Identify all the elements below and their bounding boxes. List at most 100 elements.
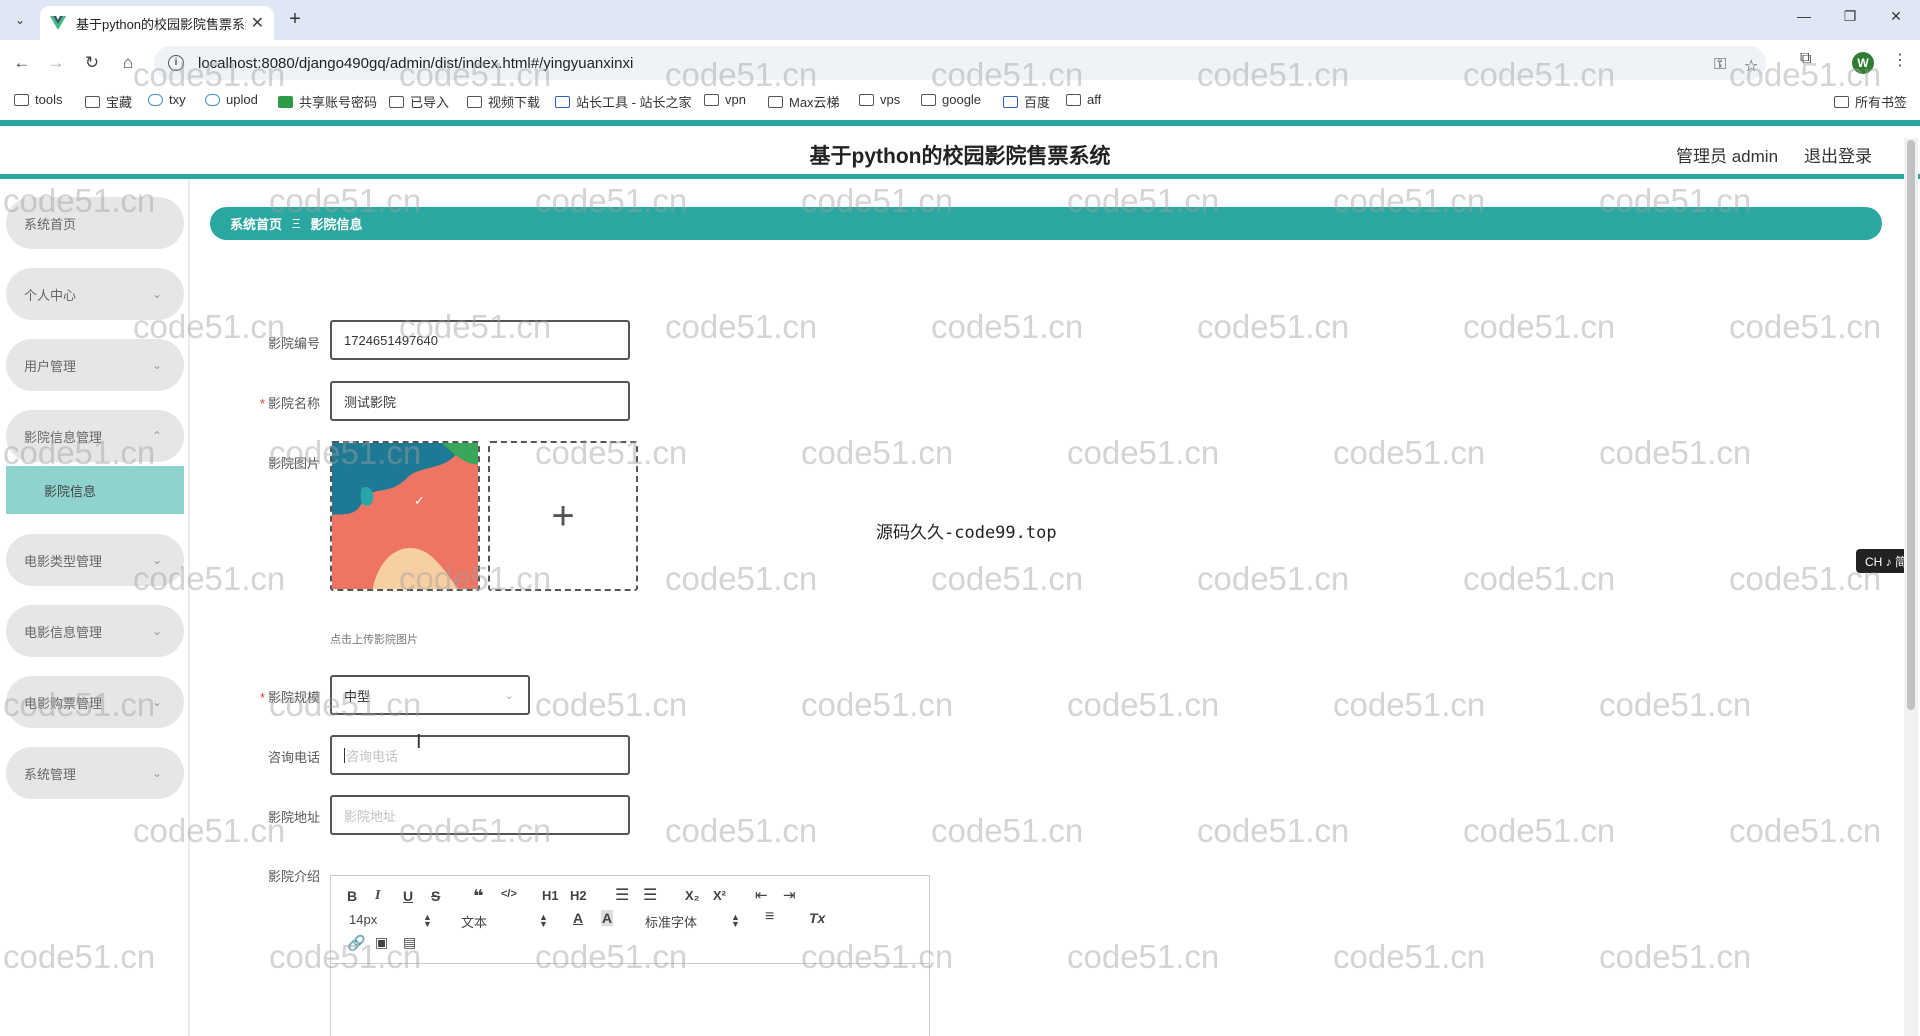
url-omnibox[interactable]: i localhost:8080/django490gq/admin/dist/… — [154, 46, 1766, 80]
profile-avatar[interactable]: W — [1852, 52, 1874, 74]
browser-tab-strip: ⌄ 基于python的校园影院售票系统 ✕ + — ❐ ✕ — [0, 0, 1920, 40]
bookmark-txy[interactable]: txy — [148, 92, 186, 107]
video-icon[interactable]: ▤ — [403, 934, 416, 951]
heading1-icon[interactable]: H1 — [542, 888, 559, 903]
watermark-text: code51.cn — [1729, 308, 1882, 345]
cloud-icon — [148, 93, 163, 106]
all-bookmarks[interactable]: 所有书签 — [1834, 92, 1907, 111]
updown-arrows-icon: ▲ ▼ — [731, 912, 740, 929]
cinema-image-thumbnail[interactable]: ✓ — [330, 441, 480, 591]
check-icon: ✓ — [414, 493, 425, 508]
bookmark-vpn[interactable]: vpn — [704, 92, 746, 107]
scale-select[interactable]: 中型 ⌄ — [330, 675, 530, 715]
new-tab-plus-icon[interactable]: + — [283, 8, 307, 32]
watermark-text: code51.cn — [1463, 560, 1616, 597]
subscript-icon[interactable]: X₂ — [685, 888, 699, 903]
superscript-icon[interactable]: X² — [713, 888, 726, 903]
sidebar-item-movie-info[interactable]: 电影信息管理 ⌄ — [6, 605, 184, 657]
watermark-text: code51.cn — [1463, 308, 1616, 345]
sidebar-item-cinema-management[interactable]: 影院信息管理 ⌃ — [6, 410, 184, 462]
page-scrollbar[interactable] — [1904, 138, 1918, 1036]
forward-arrow-icon[interactable]: → — [44, 52, 68, 76]
heading2-icon[interactable]: H2 — [570, 888, 587, 903]
outdent-icon[interactable]: ⇤ — [755, 886, 768, 904]
minimize-icon[interactable]: — — [1792, 8, 1816, 24]
breadcrumb-home[interactable]: 系统首页 — [230, 214, 282, 233]
text-type-select[interactable]: 文本 ▲ ▼ — [461, 912, 548, 931]
url-text[interactable]: localhost:8080/django490gq/admin/dist/in… — [198, 55, 633, 72]
bookmark-tools[interactable]: tools — [14, 92, 62, 107]
image-upload-button[interactable]: + — [488, 441, 638, 591]
extensions-puzzle-icon[interactable]: ⧉ — [1800, 50, 1811, 68]
bookmark-aff[interactable]: aff — [1066, 92, 1101, 107]
cinema-no-label: 影院编号 — [267, 336, 320, 351]
link-icon[interactable]: 🔗 — [347, 934, 366, 952]
site-info-icon[interactable]: i — [168, 55, 184, 71]
cinema-image-label: 影院图片 — [267, 456, 320, 471]
watermark-text: code51.cn — [1067, 686, 1220, 723]
sidebar-item-system[interactable]: 系统管理 ⌄ — [6, 747, 184, 799]
blockquote-icon[interactable]: ❝ — [473, 886, 484, 907]
chinaz-icon — [555, 95, 570, 108]
image-icon[interactable]: ▣ — [375, 934, 388, 951]
back-arrow-icon[interactable]: ← — [10, 52, 34, 76]
breadcrumb-current: 影院信息 — [310, 217, 363, 232]
cinema-no-input[interactable]: 1724651497640 — [330, 320, 630, 360]
app-title: 基于python的校园影院售票系统 — [809, 145, 1111, 168]
bookmark-video-download[interactable]: 视频下载 — [467, 92, 540, 111]
baidu-paw-icon — [1003, 95, 1018, 108]
bookmark-baozang[interactable]: 宝藏 — [85, 92, 132, 111]
sidebar-item-users[interactable]: 用户管理 ⌄ — [6, 339, 184, 391]
watermark-text: code51.cn — [1599, 434, 1752, 471]
font-color-icon[interactable]: A — [573, 910, 583, 926]
sidebar-subitem-cinema-info[interactable]: 影院信息 — [6, 466, 184, 514]
code-block-icon[interactable]: </> — [501, 888, 517, 900]
cinema-name-input[interactable]: 测试影院 — [330, 381, 630, 421]
reload-icon[interactable]: ↻ — [80, 52, 104, 76]
font-family-select[interactable]: 标准字体 ▲ ▼ — [645, 912, 740, 931]
background-color-icon[interactable]: A — [601, 910, 614, 926]
sidebar-item-movie-types[interactable]: 电影类型管理 ⌄ — [6, 534, 184, 586]
address-bar-row: ← → ↻ ⌂ i localhost:8080/django490gq/adm… — [0, 40, 1920, 86]
rich-text-editor: B I U S ❝ </> H1 H2 ☰ ☰ X₂ X² ⇤ ⇥ 14px ▲ ▼… — [330, 875, 930, 1036]
window-close-icon[interactable]: ✕ — [1884, 8, 1908, 25]
strikethrough-icon[interactable]: S — [431, 888, 440, 904]
align-icon[interactable]: ≡ — [765, 908, 774, 926]
logout-button[interactable]: 退出登录 — [1804, 142, 1872, 167]
tab-list-chevron-icon[interactable]: ⌄ — [8, 8, 32, 32]
watermark-text: code51.cn — [665, 308, 818, 345]
bookmark-chinaz[interactable]: 站长工具 - 站长之家 — [555, 92, 692, 111]
phone-input[interactable]: 咨询电话 — [330, 735, 630, 775]
bookmark-max-cloud[interactable]: Max云梯 — [768, 92, 840, 111]
restore-icon[interactable]: ❐ — [1838, 8, 1862, 25]
scrollbar-thumb[interactable] — [1907, 140, 1915, 710]
bookmark-shared-accounts[interactable]: 共享账号密码 — [278, 92, 377, 111]
browser-tab[interactable]: 基于python的校园影院售票系统 ✕ — [40, 6, 274, 40]
browser-menu-icon[interactable]: ⋮ — [1892, 50, 1908, 70]
bookmark-vps[interactable]: vps — [859, 92, 900, 107]
phone-label: 咨询电话 — [267, 750, 320, 765]
bold-icon[interactable]: B — [347, 888, 357, 904]
address-label: 影院地址 — [267, 810, 320, 825]
sidebar-item-tickets[interactable]: 电影购票管理 ⌄ — [6, 676, 184, 728]
password-key-icon[interactable]: ⚿ — [1714, 56, 1726, 74]
bookmark-uplod[interactable]: uplod — [205, 92, 258, 107]
font-size-select[interactable]: 14px ▲ ▼ — [349, 912, 432, 929]
italic-icon[interactable]: I — [375, 888, 380, 904]
bookmark-google[interactable]: google — [921, 92, 981, 107]
address-input[interactable]: 影院地址 — [330, 795, 630, 835]
bookmark-imported[interactable]: 已导入 — [389, 92, 449, 111]
tab-close-icon[interactable]: ✕ — [251, 13, 264, 33]
ordered-list-icon[interactable]: ☰ — [615, 885, 629, 905]
indent-icon[interactable]: ⇥ — [783, 886, 796, 904]
underline-icon[interactable]: U — [403, 888, 413, 904]
sidebar-item-home[interactable]: 系统首页 — [6, 197, 184, 249]
bookmark-baidu[interactable]: 百度 — [1003, 92, 1050, 111]
home-icon[interactable]: ⌂ — [116, 52, 140, 76]
bullet-list-icon[interactable]: ☰ — [643, 885, 657, 905]
bookmark-star-icon[interactable]: ☆ — [1744, 56, 1758, 76]
clear-format-icon[interactable]: Tx — [809, 910, 825, 926]
folder-icon — [1834, 95, 1849, 108]
intro-label: 影院介绍 — [267, 869, 320, 884]
sidebar-item-personal[interactable]: 个人中心 ⌄ — [6, 268, 184, 320]
